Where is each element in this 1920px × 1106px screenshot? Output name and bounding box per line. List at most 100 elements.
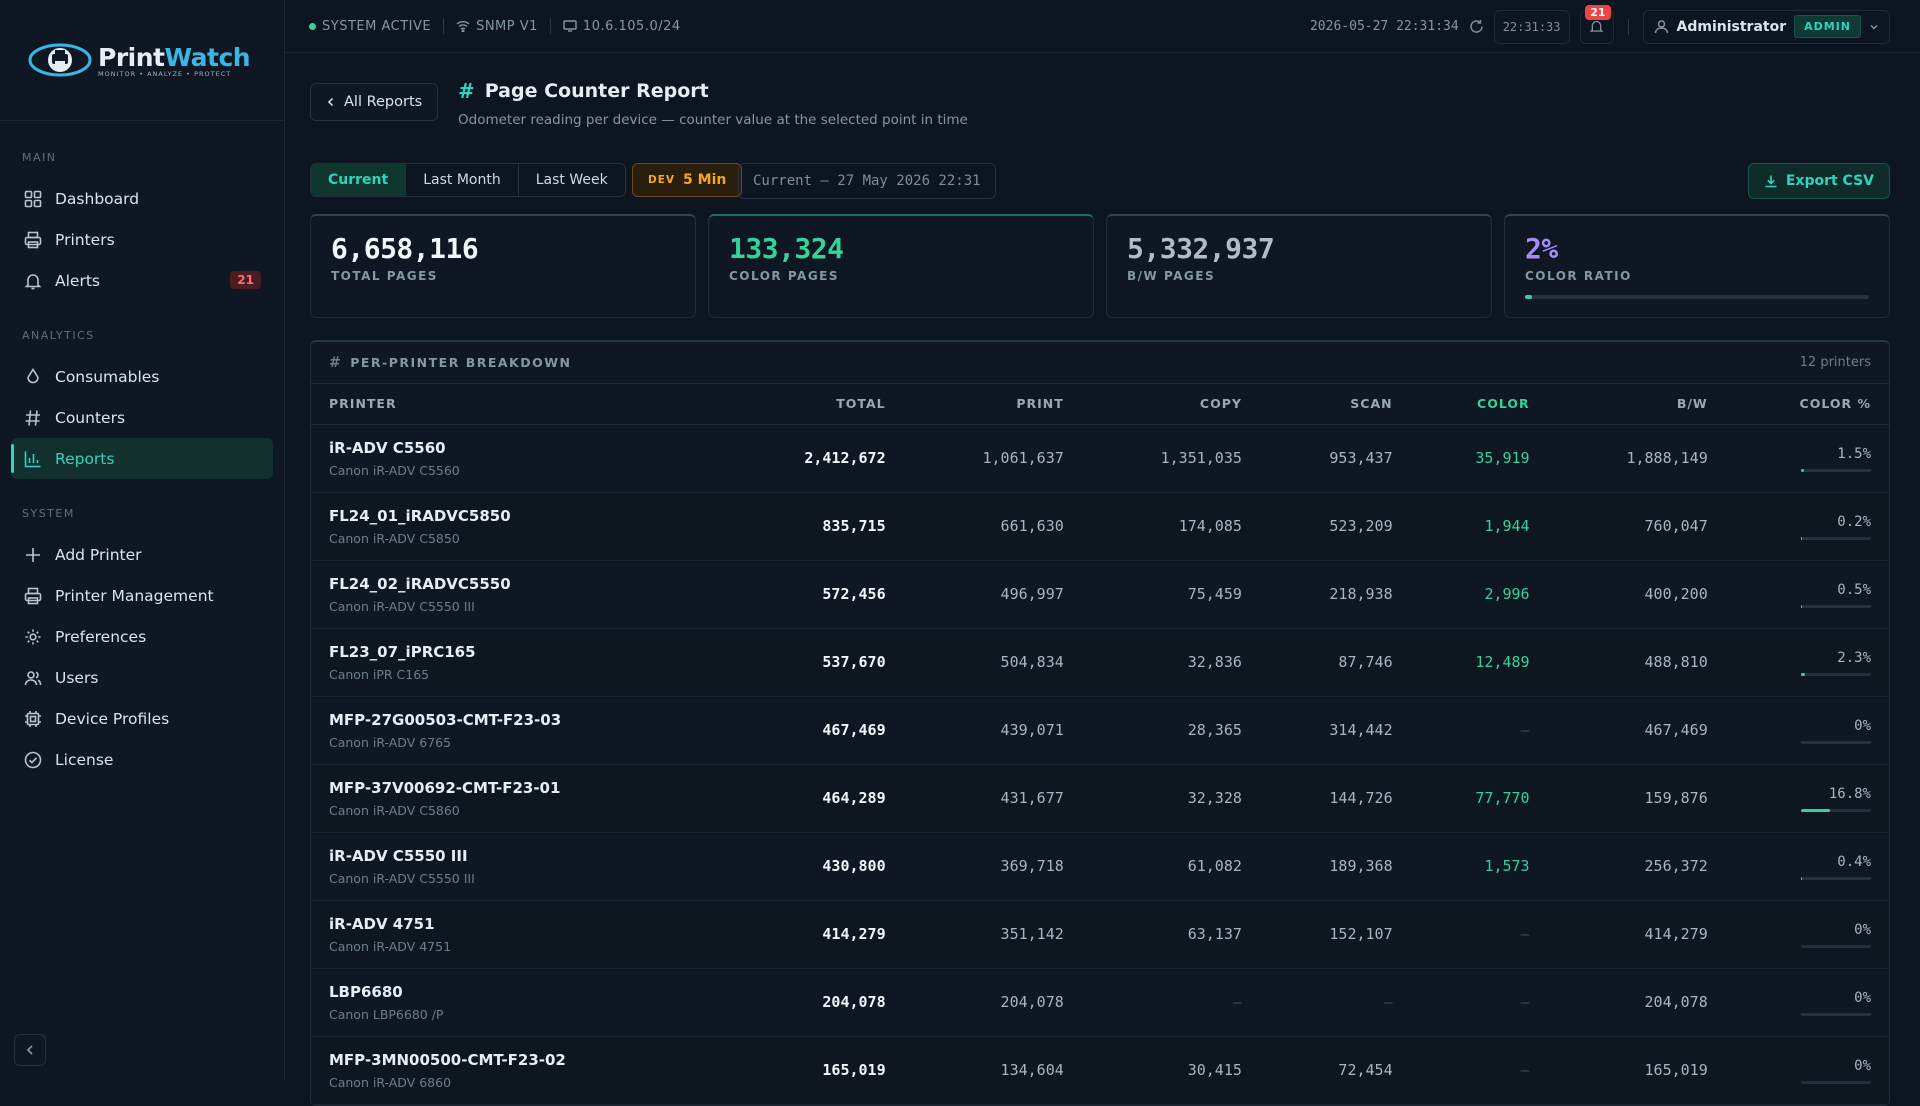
printer-name[interactable]: MFP-27G00503-CMT-F23-03 [329,711,707,729]
subnet-info: 10.6.105.0/24 [563,19,681,34]
sidebar-item-consumables[interactable]: Consumables [11,356,273,397]
printer-model: Canon iR-ADV 4751 [329,939,707,954]
period-last-week-button[interactable]: Last Week [519,164,625,196]
sidebar-collapse-button[interactable] [14,1034,46,1066]
sidebar-item-counters[interactable]: Counters [11,397,273,438]
user-name: Administrator [1677,19,1787,35]
divider [1628,19,1629,35]
printer-cell: FL24_02_iRADVC5550Canon iR-ADV C5550 III [311,560,725,628]
column-header-printer[interactable]: PRINTER [311,384,725,424]
printer-name[interactable]: FL24_01_iRADVC5850 [329,507,707,525]
sidebar-item-license[interactable]: License [11,739,273,780]
topbar-right: 2026-05-27 22:31:34 22:31:33 21 Administ… [1310,0,1890,53]
table-row[interactable]: LBP6680Canon LBP6680 /P204,078204,078———… [311,968,1889,1036]
bw-cell: 414,279 [1548,900,1726,968]
last-refresh-time[interactable]: 22:31:33 [1494,10,1570,44]
all-reports-back-button[interactable]: All Reports [310,83,438,121]
sidebar-item-dashboard[interactable]: Dashboard [11,178,273,219]
total-cell: 835,715 [725,492,903,560]
hash-icon: # [329,355,342,371]
per-printer-breakdown-panel: # PER-PRINTER BREAKDOWN 12 printers PRIN… [310,340,1890,1106]
table-row[interactable]: FL23_07_iPRC165Canon iPR C165537,670504,… [311,628,1889,696]
color-pct-value: 1.5% [1801,446,1871,462]
total-pages-card: 6,658,116 TOTAL PAGES [310,214,696,318]
bell-icon [1589,19,1604,34]
copy-cell: 32,836 [1082,628,1260,696]
chevron-left-icon [326,97,336,107]
printer-name[interactable]: FL23_07_iPRC165 [329,643,707,661]
column-header-total[interactable]: TOTAL [725,384,903,424]
color-pct-cell: 0.2% [1726,492,1889,560]
column-header-copy[interactable]: COPY [1082,384,1260,424]
sidebar-item-printer-management[interactable]: Printer Management [11,575,273,616]
table-row[interactable]: MFP-37V00692-CMT-F23-01Canon iR-ADV C586… [311,764,1889,832]
color-cell: — [1411,968,1548,1036]
print-cell: 369,718 [904,832,1082,900]
sidebar-item-reports[interactable]: Reports [11,438,273,479]
table-row[interactable]: iR-ADV 4751Canon iR-ADV 4751414,279351,1… [311,900,1889,968]
printer-name[interactable]: iR-ADV C5560 [329,439,707,457]
sidebar-item-add-printer[interactable]: Add Printer [11,534,273,575]
brand-logo[interactable]: PrintWatch MONITOR • ANALYZE • PROTECT [0,0,284,121]
color-pct-bar [1801,877,1871,880]
printer-name[interactable]: iR-ADV C5550 III [329,847,707,865]
printer-cell: MFP-3MN00500-CMT-F23-02Canon iR-ADV 6860 [311,1036,725,1104]
period-current-button[interactable]: Current [311,164,406,196]
printer-cell: LBP6680Canon LBP6680 /P [311,968,725,1036]
copy-cell: 174,085 [1082,492,1260,560]
printer-name[interactable]: MFP-37V00692-CMT-F23-01 [329,779,707,797]
table-row[interactable]: MFP-3MN00500-CMT-F23-02Canon iR-ADV 6860… [311,1036,1889,1104]
filter-bar: Current Last Month Last Week DEV 5 Min C… [310,163,1890,214]
color-pct-bar [1801,741,1871,744]
sidebar-item-alerts[interactable]: Alerts 21 [11,260,273,301]
notifications-button[interactable]: 21 [1580,10,1614,44]
printer-name[interactable]: LBP6680 [329,983,707,1001]
color-pct-cell: 0.5% [1726,560,1889,628]
date-display[interactable]: Current — 27 May 2026 22:31 [738,163,996,199]
table-row[interactable]: iR-ADV C5550 IIICanon iR-ADV C5550 III43… [311,832,1889,900]
table-row[interactable]: FL24_02_iRADVC5550Canon iR-ADV C5550 III… [311,560,1889,628]
printer-name[interactable]: FL24_02_iRADVC5550 [329,575,707,593]
sidebar-item-preferences[interactable]: Preferences [11,616,273,657]
page-header: All Reports # Page Counter Report Odomet… [310,53,1890,163]
sidebar-item-users[interactable]: Users [11,657,273,698]
color-cell: 35,919 [1411,424,1548,492]
plus-icon [23,545,43,565]
total-cell: 464,289 [725,764,903,832]
table-row[interactable]: iR-ADV C5560Canon iR-ADV C55602,412,6721… [311,424,1889,492]
export-csv-button[interactable]: Export CSV [1748,163,1890,199]
column-header-color-pct[interactable]: COLOR % [1726,384,1889,424]
sidebar-item-device-profiles[interactable]: Device Profiles [11,698,273,739]
refresh-icon[interactable] [1469,19,1484,34]
nav-section-analytics: ANALYTICS [0,329,284,342]
print-cell: 504,834 [904,628,1082,696]
print-cell: 204,078 [904,968,1082,1036]
printer-cell: MFP-37V00692-CMT-F23-01Canon iR-ADV C586… [311,764,725,832]
stat-cards: 6,658,116 TOTAL PAGES 133,324 COLOR PAGE… [310,214,1890,318]
user-menu-button[interactable]: Administrator ADMIN [1643,10,1891,44]
color-pct-value: 0% [1801,922,1871,938]
printer-cell: iR-ADV C5550 III Canon iR-ADV C5550 III [311,832,725,900]
period-last-month-button[interactable]: Last Month [406,164,519,196]
table-row[interactable]: FL24_01_iRADVC5850 Canon iR-ADV C5850 835,… [311,492,1889,560]
color-pct-cell: 0% [1726,968,1889,1036]
printer-name[interactable]: iR-ADV 4751 [329,915,707,933]
color-pct-value: 0.4% [1801,854,1871,870]
copy-cell: 28,365 [1082,696,1260,764]
column-header-color[interactable]: COLOR [1411,384,1548,424]
bw-cell: 165,019 [1548,1036,1726,1104]
column-header-bw[interactable]: B/W [1548,384,1726,424]
sidebar-item-printers[interactable]: Printers [11,219,273,260]
printer-cell: FL23_07_iPRC165Canon iPR C165 [311,628,725,696]
printer-model: Canon iR-ADV C5850 [329,531,707,546]
copy-cell: 1,351,035 [1082,424,1260,492]
column-header-print[interactable]: PRINT [904,384,1082,424]
color-pages-label: COLOR PAGES [729,269,1073,283]
color-pct-value: 0% [1801,1058,1871,1074]
column-header-scan[interactable]: SCAN [1260,384,1411,424]
dev-interval-button[interactable]: DEV 5 Min [632,163,742,197]
sidebar-item-label: License [55,751,113,769]
printer-name[interactable]: MFP-3MN00500-CMT-F23-02 [329,1051,707,1069]
table-row[interactable]: MFP-27G00503-CMT-F23-03Canon iR-ADV 6765… [311,696,1889,764]
printer-model: Canon iR-ADV C5550 III [329,871,707,886]
